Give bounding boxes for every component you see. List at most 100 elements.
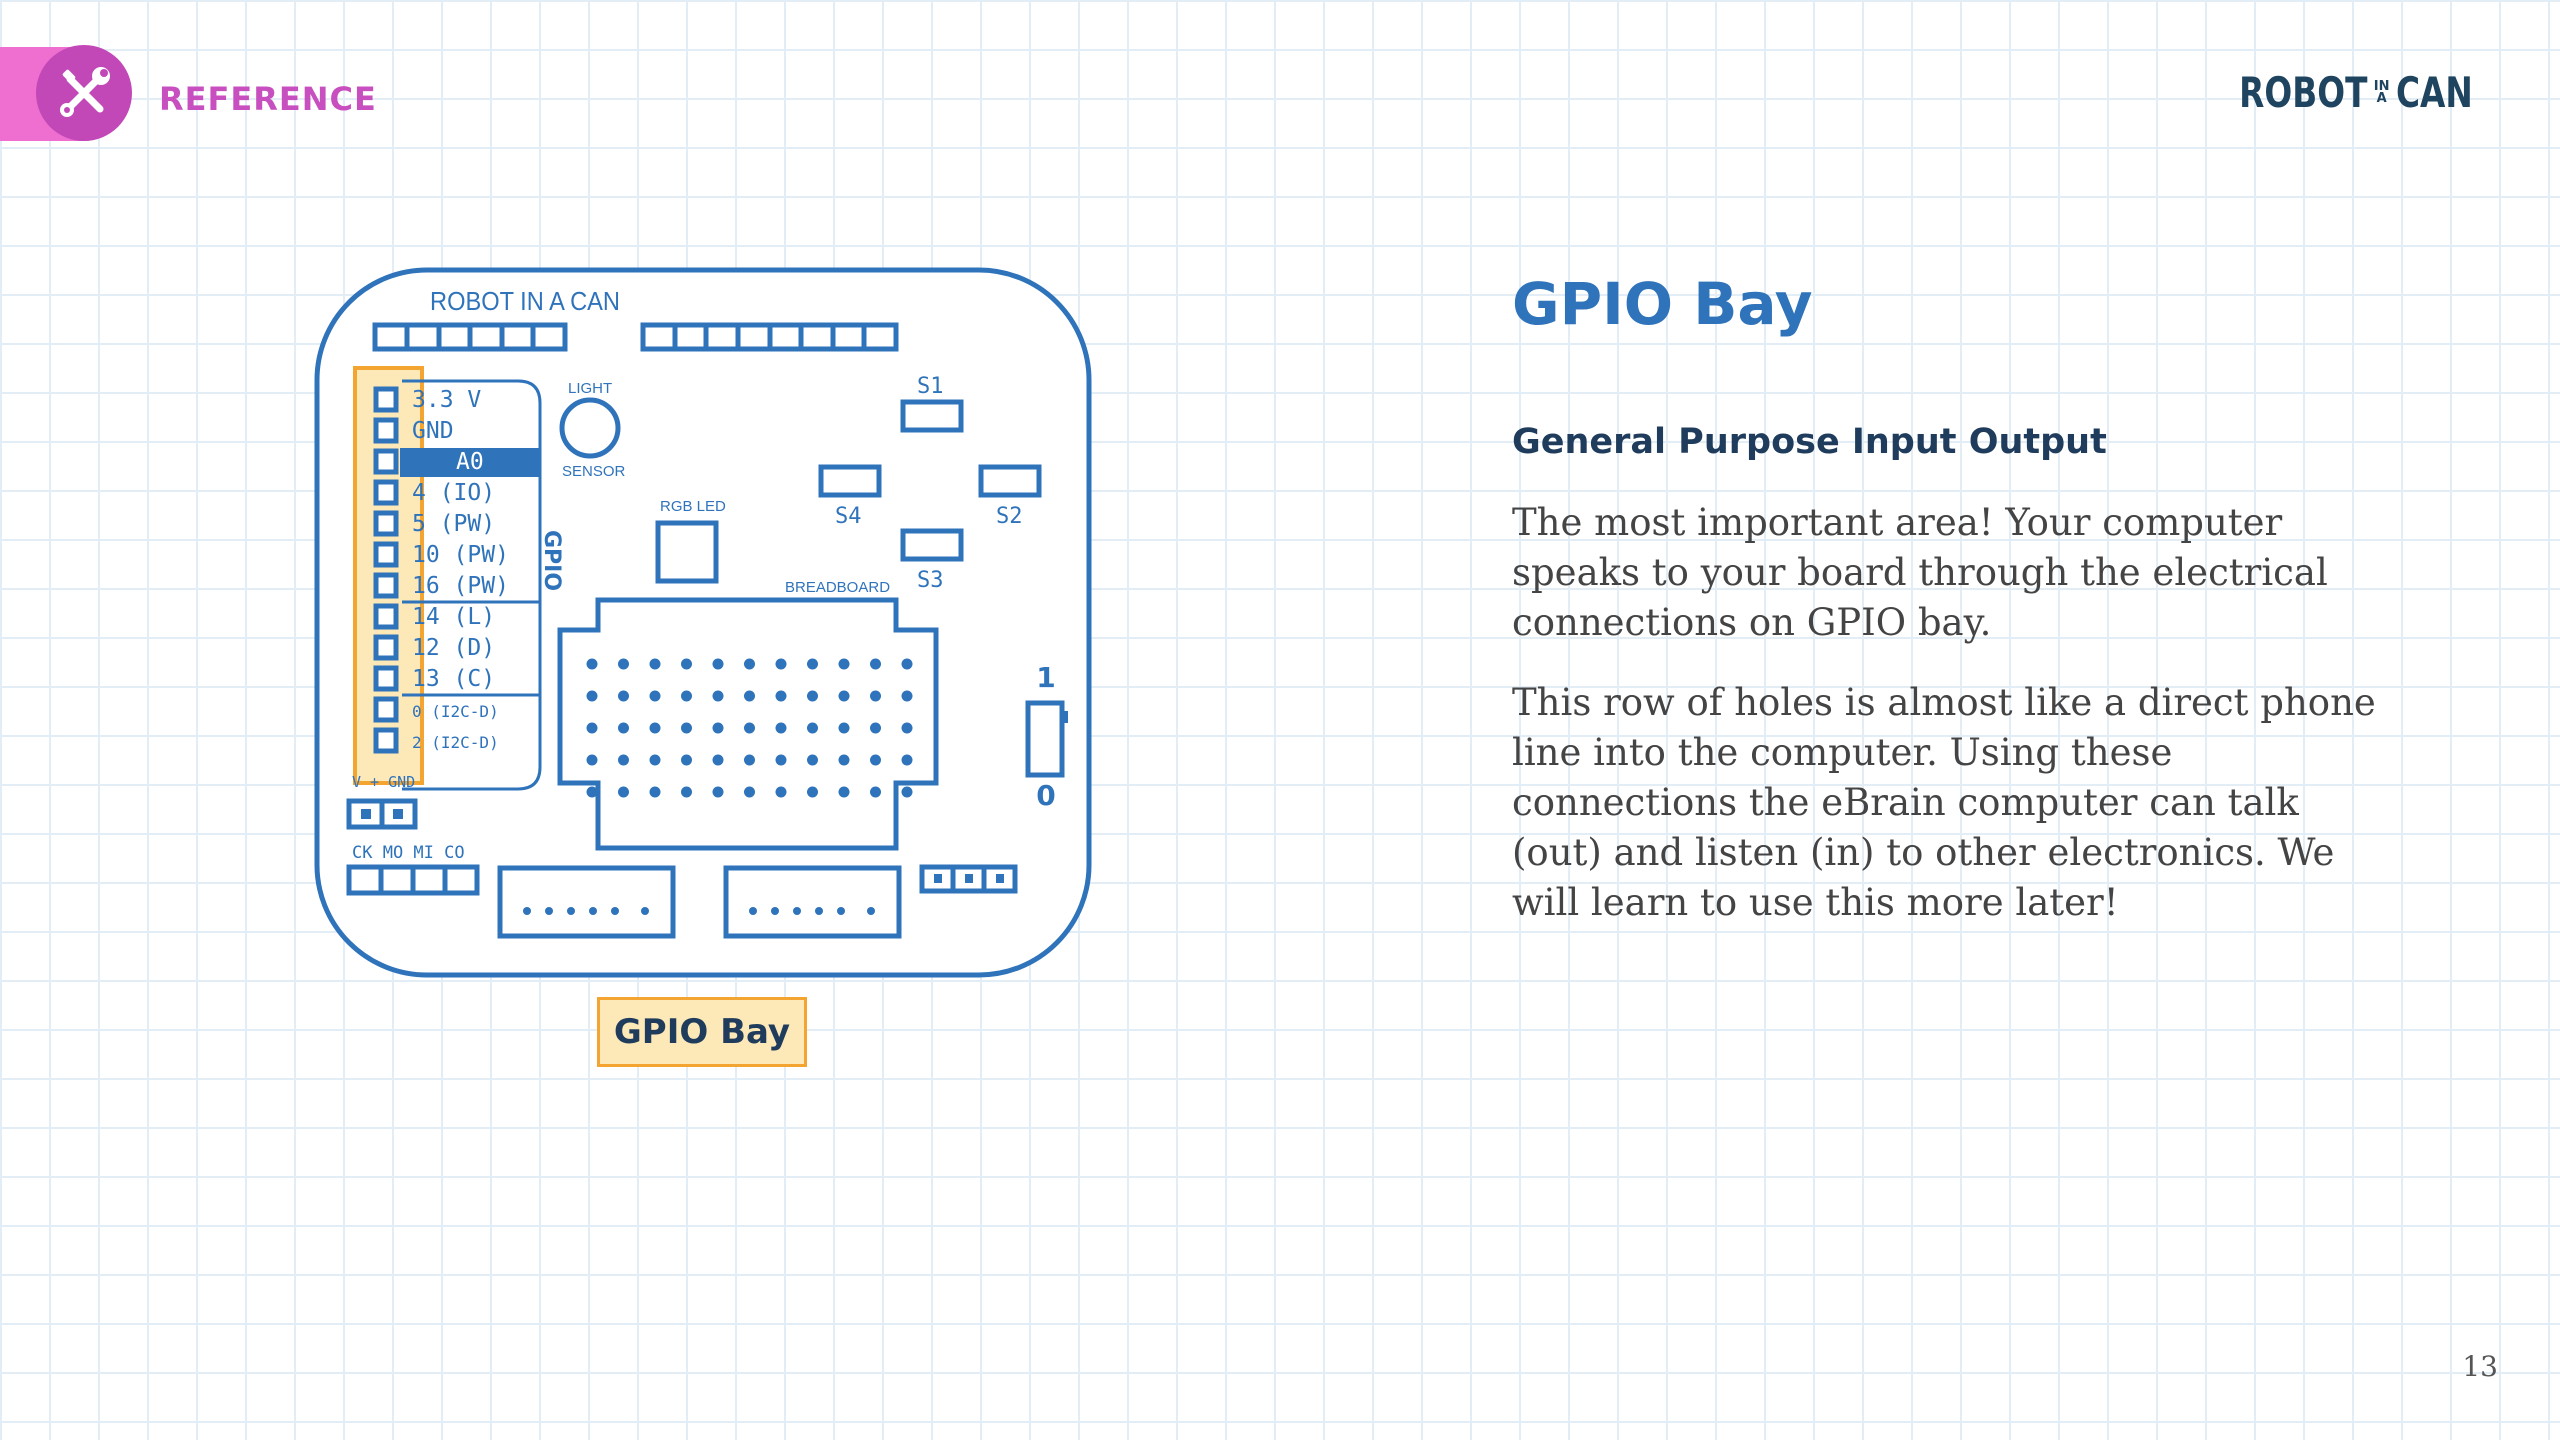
pin-label: 3.3 V bbox=[412, 387, 481, 413]
breadboard-hole bbox=[870, 722, 881, 734]
board-diagram: ROBOT IN A CAN 3.3 VGNDA04 (IO)5 (PW)10 … bbox=[314, 267, 1092, 978]
pin-label: 12 (D) bbox=[412, 635, 495, 661]
rgb-led-label: RGB LED bbox=[660, 498, 726, 515]
breadboard-hole bbox=[586, 754, 598, 766]
breadboard-hole bbox=[586, 786, 598, 798]
breadboard-hole bbox=[807, 722, 818, 734]
pin-label: 14 (L) bbox=[412, 604, 495, 630]
breadboard-hole bbox=[586, 658, 598, 670]
breadboard-hole bbox=[744, 690, 755, 702]
breadboard-hole bbox=[807, 658, 818, 670]
gpio-pin-hole bbox=[373, 634, 399, 661]
switch-s1 bbox=[900, 399, 964, 433]
breadboard-hole bbox=[681, 786, 692, 798]
breadboard-hole bbox=[870, 786, 881, 798]
gpio-pin-hole bbox=[373, 665, 399, 692]
switch-s2 bbox=[978, 464, 1042, 498]
power-toggle-switch bbox=[1025, 700, 1065, 778]
page-title: GPIO Bay bbox=[1512, 270, 1813, 338]
switch-s2-label: S2 bbox=[996, 504, 1023, 529]
switch-s4-label: S4 bbox=[835, 504, 862, 529]
breadboard-hole bbox=[712, 786, 724, 798]
gpio-pin-hole bbox=[373, 572, 399, 599]
breadboard-hole bbox=[838, 690, 850, 702]
bottom-connector-right bbox=[723, 865, 902, 939]
switch-s3-label: S3 bbox=[917, 568, 944, 593]
power-pins-label: V + GND bbox=[352, 773, 415, 791]
breadboard-hole bbox=[649, 754, 661, 766]
toggle-on-label: 1 bbox=[1036, 661, 1055, 694]
pin-label: GND bbox=[412, 418, 454, 444]
breadboard-hole bbox=[870, 690, 881, 702]
switch-s4 bbox=[818, 464, 882, 498]
breadboard-hole bbox=[586, 722, 598, 734]
breadboard-hole bbox=[649, 722, 661, 734]
light-label: LIGHT bbox=[568, 380, 612, 397]
breadboard-hole bbox=[838, 722, 850, 734]
pin-label: 5 (PW) bbox=[412, 511, 495, 537]
pin-label: A0 bbox=[456, 449, 484, 475]
breadboard-hole bbox=[712, 722, 724, 734]
breadboard-hole bbox=[712, 754, 724, 766]
breadboard-hole bbox=[870, 658, 881, 670]
rgb-led bbox=[655, 520, 719, 584]
breadboard-hole bbox=[744, 722, 755, 734]
pin-label: 2 (I2C-D) bbox=[412, 733, 499, 752]
breadboard-hole bbox=[649, 658, 661, 670]
light-sensor bbox=[559, 397, 621, 459]
breadboard-hole bbox=[807, 754, 818, 766]
breadboard-hole bbox=[838, 658, 850, 670]
breadboard-hole bbox=[712, 658, 724, 670]
breadboard-hole bbox=[807, 690, 818, 702]
breadboard-hole bbox=[681, 690, 692, 702]
gpio-pin-hole bbox=[373, 448, 399, 475]
logo-word-a: A bbox=[2376, 90, 2387, 106]
breadboard-hole bbox=[618, 658, 629, 670]
spi-pins-label: CK MO MI CO bbox=[352, 843, 465, 863]
gpio-pin-hole bbox=[373, 603, 399, 630]
breadboard-hole bbox=[649, 786, 661, 798]
tools-icon bbox=[36, 45, 132, 141]
breadboard-hole bbox=[681, 722, 692, 734]
breadboard-hole bbox=[775, 722, 787, 734]
pin-label: 16 (PW) bbox=[412, 573, 509, 599]
breadboard-hole bbox=[744, 754, 755, 766]
breadboard-hole bbox=[775, 786, 787, 798]
breadboard-hole bbox=[901, 754, 913, 766]
breadboard-hole bbox=[744, 786, 755, 798]
breadboard-hole bbox=[901, 722, 913, 734]
breadboard-hole bbox=[901, 786, 913, 798]
gpio-label: GPIO bbox=[539, 530, 564, 591]
breadboard-hole bbox=[618, 722, 629, 734]
body-paragraph-1: The most important area! Your computer s… bbox=[1512, 501, 2328, 644]
logo-small-words: IN A bbox=[2374, 80, 2390, 106]
pin-label: 4 (IO) bbox=[412, 480, 495, 506]
breadboard-hole bbox=[901, 690, 913, 702]
gpio-pin-hole bbox=[373, 696, 399, 723]
body-paragraph-2: This row of holes is almost like a direc… bbox=[1512, 681, 2376, 924]
switch-s1-label: S1 bbox=[917, 374, 944, 399]
pin-label: 13 (C) bbox=[412, 666, 495, 692]
breadboard-hole bbox=[712, 690, 724, 702]
gpio-pin-hole bbox=[373, 510, 399, 537]
breadboard-hole bbox=[681, 658, 692, 670]
breadboard-hole bbox=[870, 754, 881, 766]
bottom-connector-left bbox=[497, 865, 676, 939]
breadboard-hole bbox=[744, 658, 755, 670]
gpio-pin-hole bbox=[373, 541, 399, 568]
breadboard-hole bbox=[586, 690, 598, 702]
pin-label: 10 (PW) bbox=[412, 542, 509, 568]
brand-logo: ROBOT IN A CAN bbox=[2203, 68, 2494, 117]
breadboard-hole bbox=[901, 658, 913, 670]
sensor-label: SENSOR bbox=[562, 463, 626, 480]
breadboard-hole bbox=[681, 754, 692, 766]
logo-word-robot: ROBOT bbox=[2239, 68, 2368, 117]
gpio-pin-hole bbox=[373, 417, 399, 444]
breadboard-hole bbox=[618, 754, 629, 766]
pin-label: 0 (I2C-D) bbox=[412, 702, 499, 721]
gpio-pin-hole bbox=[373, 479, 399, 506]
breadboard-hole bbox=[618, 786, 629, 798]
breadboard-hole bbox=[775, 658, 787, 670]
toggle-off-label: 0 bbox=[1036, 779, 1055, 812]
gpio-pin-hole bbox=[373, 727, 399, 754]
